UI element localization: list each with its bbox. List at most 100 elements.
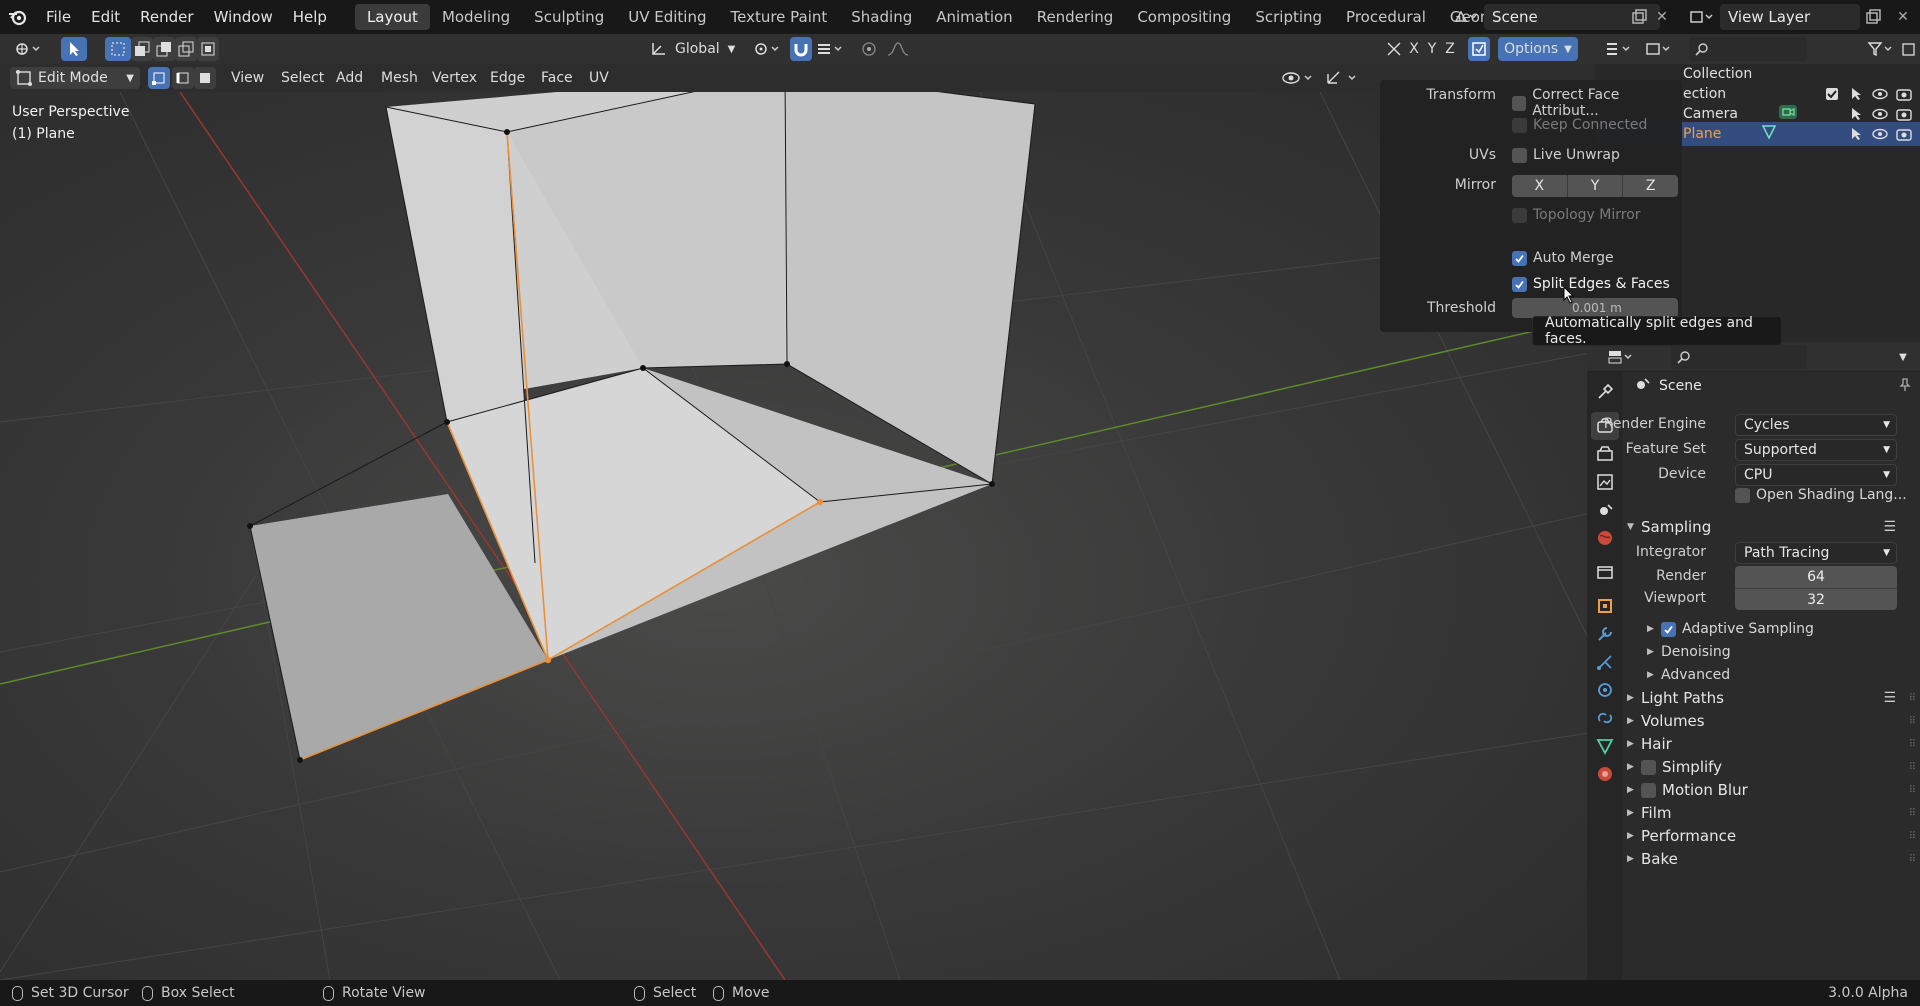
delete-scene-icon[interactable]: ✕ [1651,5,1673,29]
transform-orientation-dropdown[interactable]: Global ▼ [645,37,737,61]
eye-icon[interactable] [1872,126,1888,142]
selectable-icon[interactable] [1848,106,1864,122]
gizmo-icon[interactable] [1382,37,1406,61]
correct-face-attr-checkbox[interactable] [1512,95,1527,111]
tab-layout[interactable]: Layout [354,4,430,30]
drag-grip-icon[interactable]: ⠿ [1909,785,1916,796]
drag-grip-icon[interactable]: ⠿ [1909,739,1916,750]
visibility-overlay-icon[interactable] [1278,67,1318,89]
drag-grip-icon[interactable]: ⠿ [1909,716,1916,727]
menu-help[interactable]: Help [283,0,337,34]
snap-target-icon[interactable] [814,37,848,61]
constraints-tab-icon[interactable] [1591,704,1619,732]
tab-sculpting[interactable]: Sculpting [522,4,616,30]
camera-render-icon[interactable] [1896,86,1912,102]
edge-select-icon[interactable] [172,67,194,89]
delete-view-layer-icon[interactable]: ✕ [1892,5,1914,29]
drag-grip-icon[interactable]: ⠿ [1909,808,1916,819]
advanced-subpanel[interactable]: ▶ Advanced [1647,664,1730,686]
scene-tab-icon[interactable] [1591,496,1619,524]
pin-icon[interactable] [1898,378,1912,396]
simplify-panel[interactable]: ▶ Simplify ⠿ [1627,756,1918,778]
presets-list-icon[interactable]: ☰ [1883,690,1896,706]
live-unwrap-checkbox[interactable] [1512,147,1527,163]
light-paths-panel[interactable]: ▶ Light Paths ☰ ⠿ [1627,687,1918,709]
split-edges-faces-checkbox[interactable] [1512,276,1527,292]
select-new-icon[interactable] [105,37,131,61]
menu-edit[interactable]: Edit [81,0,130,34]
pivot-point-icon[interactable] [748,37,788,61]
new-scene-icon[interactable] [1628,5,1650,29]
particles-tab-icon[interactable] [1591,648,1619,676]
3d-viewport[interactable]: User Perspective (1) Plane [0,92,1595,980]
hair-panel[interactable]: ▶ Hair ⠿ [1627,733,1918,755]
face-select-icon[interactable] [194,67,216,89]
menu-add[interactable]: Add [336,64,363,92]
integrator-dropdown[interactable]: Path Tracing ▼ [1735,542,1897,564]
topology-mirror-checkbox[interactable] [1512,207,1527,223]
drag-grip-icon[interactable]: ⠿ [1909,693,1916,704]
live-unwrap-row[interactable]: Live Unwrap [1512,147,1620,163]
osl-checkbox-row[interactable]: Open Shading Lang... [1735,487,1907,503]
motion-blur-panel[interactable]: ▶ Motion Blur ⠿ [1627,779,1918,801]
auto-merge-row[interactable]: Auto Merge [1512,250,1614,266]
properties-editor-icon[interactable] [1605,345,1639,369]
modifier-tab-icon[interactable] [1591,620,1619,648]
tab-scripting[interactable]: Scripting [1243,4,1334,30]
data-tab-icon[interactable] [1591,732,1619,760]
view-layer-name-field[interactable]: View Layer [1720,4,1860,30]
properties-search-input[interactable] [1671,345,1807,369]
vertex-select-icon[interactable] [148,67,170,89]
eye-icon[interactable] [1872,106,1888,122]
viewport-samples-field[interactable]: 32 [1735,588,1897,610]
adaptive-sampling-checkbox[interactable] [1661,621,1676,637]
mirror-x-button[interactable]: X [1512,175,1568,197]
axis-x-toggle[interactable]: X [1406,37,1422,61]
view-layer-tab-icon[interactable] [1591,468,1619,496]
menu-mesh[interactable]: Mesh [381,64,418,92]
proportional-edit-icon[interactable] [857,37,881,61]
camera-render-icon[interactable] [1896,106,1912,122]
select-tool-icon[interactable] [61,37,87,61]
gizmo-display-icon[interactable] [1322,67,1362,89]
tab-procedural[interactable]: Procedural [1334,4,1438,30]
correct-face-attr-row[interactable]: Correct Face Attribut... [1512,87,1682,119]
tab-uv-editing[interactable]: UV Editing [616,4,718,30]
display-mode-icon[interactable] [1643,37,1677,61]
tool-tab-icon[interactable] [1591,378,1619,406]
scene-selector-icon[interactable] [1448,5,1482,29]
new-collection-icon[interactable] [1899,37,1919,61]
drag-grip-icon[interactable]: ⠿ [1909,831,1916,842]
object-tab-icon[interactable] [1591,592,1619,620]
chevron-down-icon[interactable]: ▼ [1893,345,1913,369]
select-extend-icon[interactable] [131,37,153,61]
camera-render-icon[interactable] [1896,126,1912,142]
material-tab-icon[interactable] [1591,760,1619,788]
menu-face[interactable]: Face [541,64,573,92]
checkbox-icon[interactable] [1824,86,1840,102]
performance-panel[interactable]: ▶ Performance ⠿ [1627,825,1918,847]
world-tab-icon[interactable] [1591,524,1619,552]
mirror-z-button[interactable]: Z [1623,175,1679,197]
filter-icon[interactable] [1865,37,1899,61]
select-intersect-icon[interactable] [197,37,219,61]
outliner-editor-icon[interactable] [1603,37,1637,61]
device-dropdown[interactable]: CPU ▼ [1735,464,1897,486]
render-samples-field[interactable]: 64 [1735,566,1897,588]
snap-toggle-icon[interactable] [790,37,812,61]
menu-window[interactable]: Window [204,0,283,34]
new-view-layer-icon[interactable] [1862,5,1884,29]
axis-y-toggle[interactable]: Y [1424,37,1440,61]
keep-connected-row[interactable]: Keep Connected [1512,117,1647,133]
split-edges-faces-row[interactable]: Split Edges & Faces [1512,276,1670,292]
tab-rendering[interactable]: Rendering [1025,4,1126,30]
selectable-icon[interactable] [1848,126,1864,142]
auto-merge-checkbox[interactable] [1512,250,1527,266]
falloff-icon[interactable] [883,37,919,61]
output-tab-icon[interactable] [1591,440,1619,468]
menu-file[interactable]: File [36,0,81,34]
outliner-search-input[interactable] [1689,37,1807,61]
tab-modeling[interactable]: Modeling [430,4,522,30]
tab-texture-paint[interactable]: Texture Paint [718,4,839,30]
menu-edge[interactable]: Edge [490,64,525,92]
